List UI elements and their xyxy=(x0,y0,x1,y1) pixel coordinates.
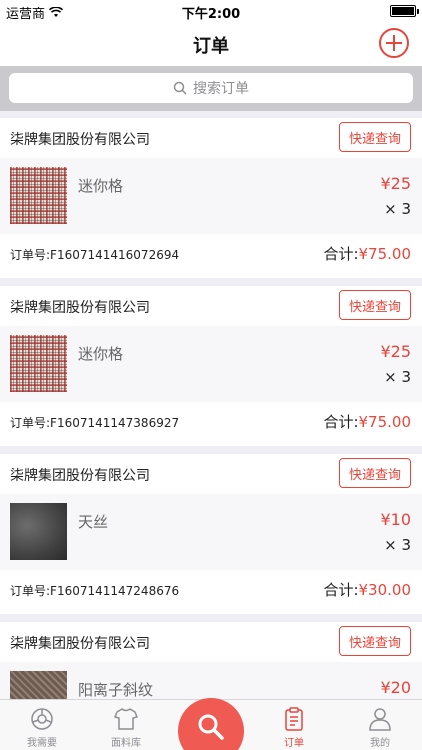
shop-name: 柒牌集团股份有限公司 xyxy=(10,132,150,148)
order-item[interactable]: 迷你格 ¥25 × 3 xyxy=(0,158,422,234)
order-item[interactable]: 阳离子斜纹 ¥20 xyxy=(0,662,422,699)
track-shipment-button[interactable]: 快递查询 xyxy=(339,122,411,152)
tab-orders[interactable]: 订单 xyxy=(252,700,336,750)
track-shipment-button[interactable]: 快递查询 xyxy=(339,290,411,320)
product-image xyxy=(10,167,67,224)
product-name: 迷你格 xyxy=(78,177,124,195)
track-shipment-button[interactable]: 快递查询 xyxy=(339,626,411,656)
order-card: 柒牌集团股份有限公司 快递查询 阳离子斜纹 ¥20 xyxy=(0,622,422,699)
tab-label: 我需要 xyxy=(27,738,57,749)
product-quantity: × 3 xyxy=(384,200,411,218)
status-time: 下午2:00 xyxy=(181,7,241,22)
add-order-button[interactable] xyxy=(379,28,409,58)
tab-need[interactable]: 我需要 xyxy=(0,700,84,750)
product-price: ¥20 xyxy=(380,678,411,697)
product-image xyxy=(10,671,67,699)
shop-name: 柒牌集团股份有限公司 xyxy=(10,300,150,316)
clipboard-icon xyxy=(285,707,303,731)
total-amount: ¥30.00 xyxy=(358,581,412,599)
order-total: 合计:¥75.00 xyxy=(323,243,411,264)
tab-label: 我的 xyxy=(370,738,390,749)
page-title: 订单 xyxy=(193,36,229,57)
order-card: 柒牌集团股份有限公司 快递查询 迷你格 ¥25 × 3 订单号:F1607141… xyxy=(0,118,422,278)
search-placeholder: 搜索订单 xyxy=(193,81,249,97)
product-price: ¥25 xyxy=(380,342,411,361)
tab-profile[interactable]: 我的 xyxy=(338,700,422,750)
order-total: 合计:¥30.00 xyxy=(323,579,411,600)
track-shipment-button[interactable]: 快递查询 xyxy=(339,458,411,488)
order-card: 柒牌集团股份有限公司 快递查询 迷你格 ¥25 × 3 订单号:F1607141… xyxy=(0,286,422,446)
total-label: 合计: xyxy=(323,245,359,263)
total-amount: ¥75.00 xyxy=(358,245,412,263)
person-icon xyxy=(369,708,391,731)
total-amount: ¥75.00 xyxy=(358,413,412,431)
compass-icon xyxy=(31,708,53,730)
product-quantity: × 3 xyxy=(384,368,411,386)
order-total: 合计:¥75.00 xyxy=(323,411,411,432)
search-input[interactable]: 搜索订单 xyxy=(9,73,413,103)
shop-name: 柒牌集团股份有限公司 xyxy=(10,468,150,484)
tab-fabric-library[interactable]: 面料库 xyxy=(84,700,168,750)
product-name: 天丝 xyxy=(78,513,109,531)
battery-icon xyxy=(390,5,419,17)
order-number: 订单号:F1607141147386927 xyxy=(10,416,180,430)
total-label: 合计: xyxy=(323,581,359,599)
shirt-icon xyxy=(114,708,138,730)
search-bar: 搜索订单 xyxy=(0,66,422,111)
order-card: 柒牌集团股份有限公司 快递查询 天丝 ¥10 × 3 订单号:F16071411… xyxy=(0,454,422,614)
tab-label: 订单 xyxy=(284,738,304,749)
order-number: 订单号:F1607141416072694 xyxy=(10,248,180,262)
product-image xyxy=(10,335,67,392)
tab-label: 面料库 xyxy=(111,738,141,749)
order-item[interactable]: 迷你格 ¥25 × 3 xyxy=(0,326,422,402)
order-item[interactable]: 天丝 ¥10 × 3 xyxy=(0,494,422,570)
product-image xyxy=(10,503,67,560)
status-bar: 运营商 下午2:00 xyxy=(0,0,422,22)
search-icon xyxy=(198,714,224,740)
product-price: ¥25 xyxy=(380,174,411,193)
search-icon xyxy=(173,81,187,95)
total-label: 合计: xyxy=(323,413,359,431)
order-list[interactable]: 柒牌集团股份有限公司 快递查询 迷你格 ¥25 × 3 订单号:F1607141… xyxy=(0,111,422,699)
product-price: ¥10 xyxy=(380,510,411,529)
product-quantity: × 3 xyxy=(384,536,411,554)
nav-bar: 订单 xyxy=(0,22,422,66)
product-name: 迷你格 xyxy=(78,345,124,363)
shop-name: 柒牌集团股份有限公司 xyxy=(10,636,150,652)
order-number: 订单号:F1607141147248676 xyxy=(10,584,180,598)
product-name: 阳离子斜纹 xyxy=(78,681,154,699)
